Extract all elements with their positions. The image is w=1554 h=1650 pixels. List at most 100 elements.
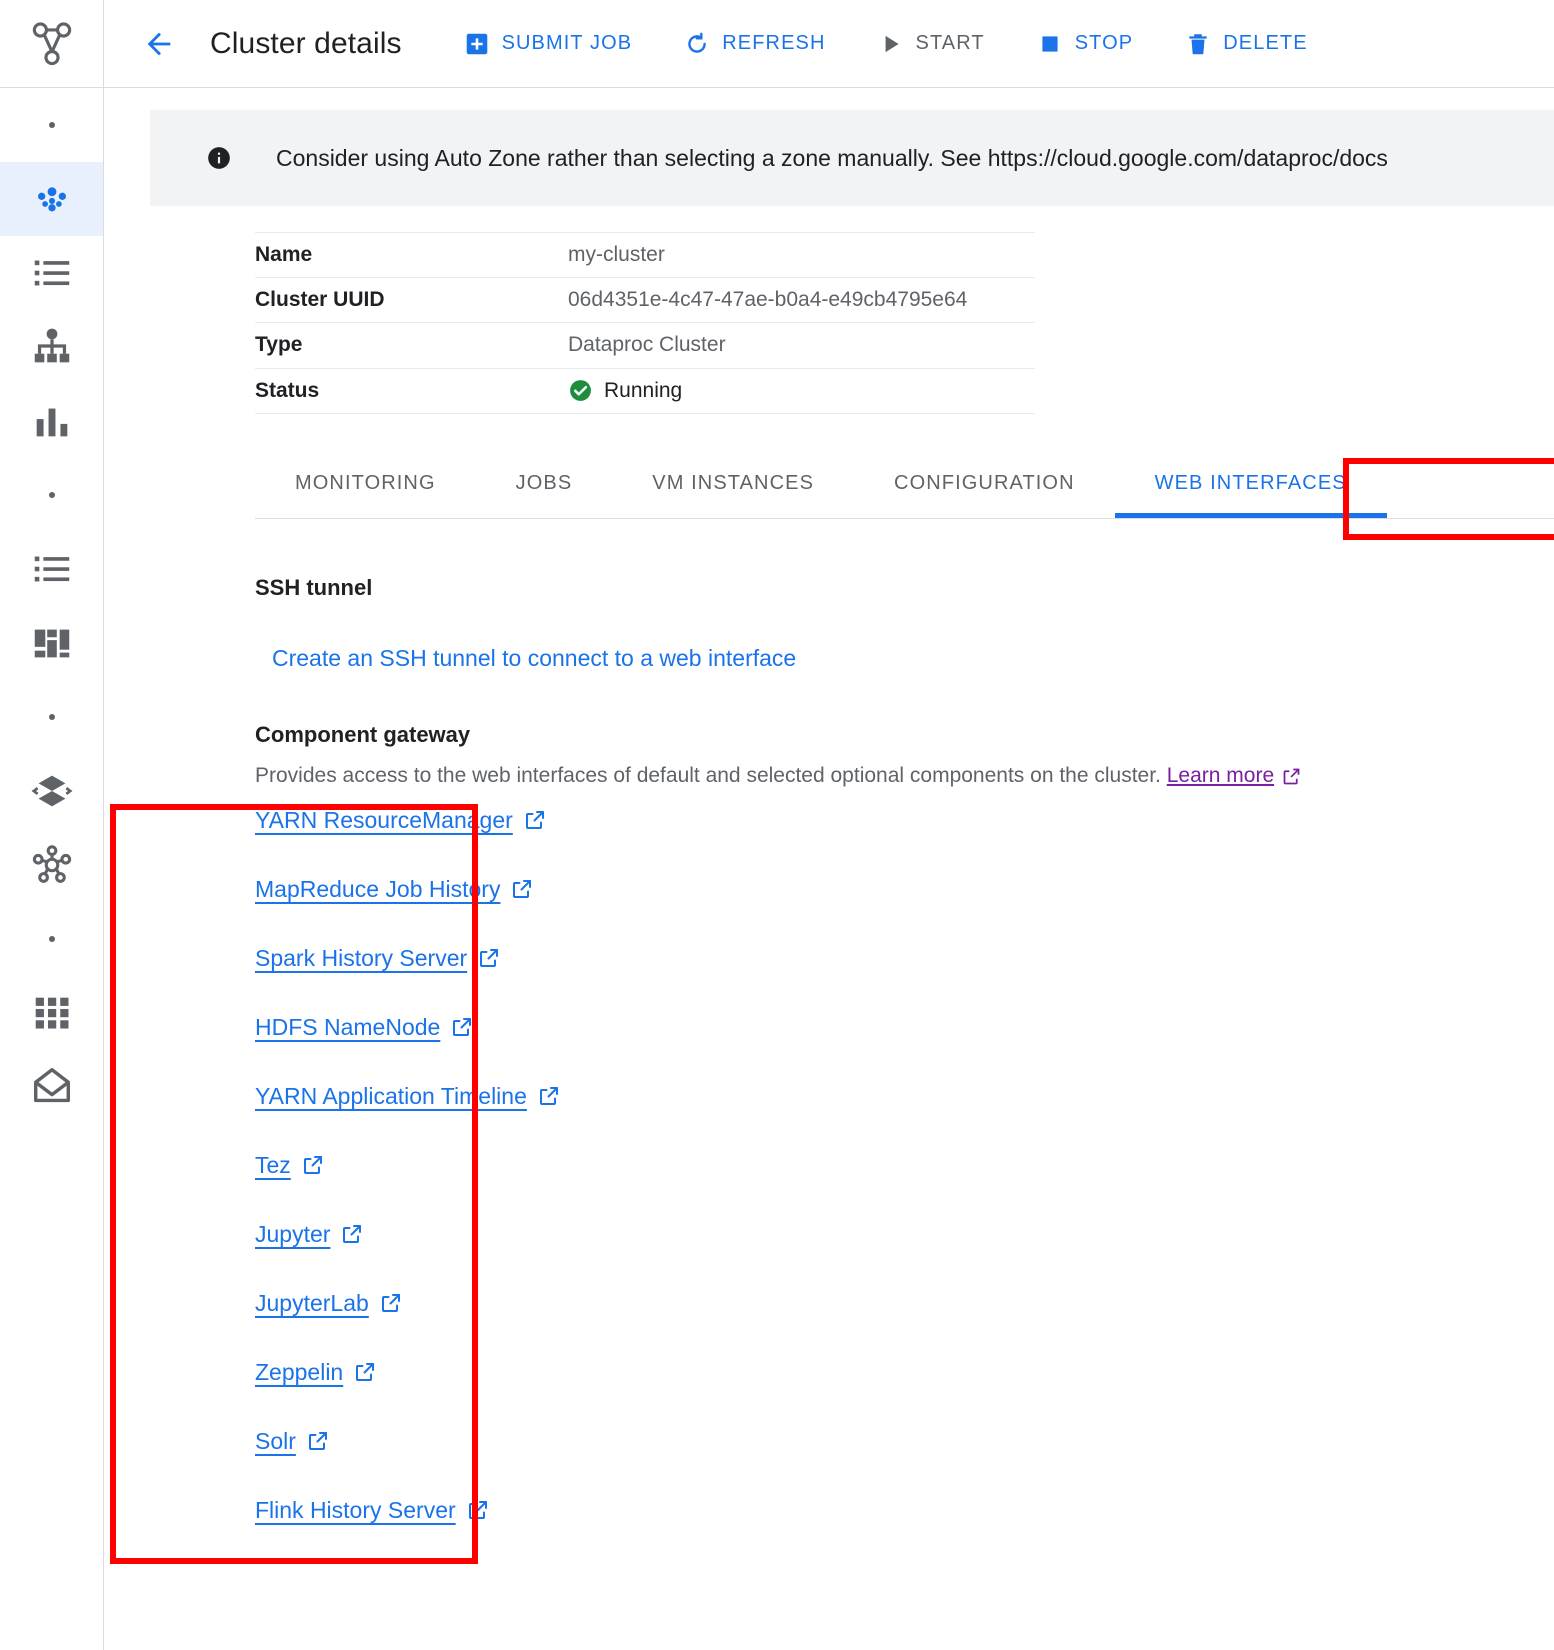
gateway-link-row: JupyterLab	[255, 1291, 1554, 1360]
tab-web-interfaces[interactable]: WEB INTERFACES	[1115, 448, 1387, 518]
component-gateway-links: YARN ResourceManager MapReduce Job Histo…	[255, 808, 1554, 1567]
link-jupyterlab[interactable]: JupyterLab	[255, 1291, 403, 1315]
detail-row: Status Running	[255, 369, 1035, 415]
external-link-icon	[477, 946, 501, 970]
detail-key: Type	[255, 333, 568, 357]
info-icon	[206, 145, 232, 171]
page-title: Cluster details	[210, 27, 402, 61]
link-spark-history-server[interactable]: Spark History Server	[255, 946, 501, 970]
link-yarn-application-timeline[interactable]: YARN Application Timeline	[255, 1084, 561, 1108]
submit-job-button[interactable]: SUBMIT JOB	[464, 31, 633, 57]
status-badge: Running	[568, 378, 682, 403]
tab-monitoring-label: MONITORING	[295, 472, 436, 495]
link-yarn-resourcemanager[interactable]: YARN ResourceManager	[255, 808, 547, 832]
gateway-link-row: YARN Application Timeline	[255, 1084, 1554, 1153]
link-zeppelin[interactable]: Zeppelin	[255, 1360, 377, 1384]
details-tabs: MONITORING JOBS VM INSTANCES CONFIGURATION W…	[255, 449, 1554, 519]
plus-box-icon	[464, 31, 490, 57]
rail-item-all-products[interactable]	[0, 976, 103, 1050]
link-mapreduce-job-history[interactable]: MapReduce Job History	[255, 877, 534, 901]
rail-item-recents[interactable]	[0, 88, 103, 162]
tab-vm-instances-label: VM INSTANCES	[652, 472, 814, 495]
play-icon	[878, 31, 904, 57]
bar-chart-icon	[29, 398, 75, 444]
component-gateway-description-text: Provides access to the web interfaces of…	[255, 764, 1161, 787]
link-flink-history-server[interactable]: Flink History Server	[255, 1498, 490, 1522]
layers-icon	[29, 768, 75, 814]
ssh-tunnel-heading: SSH tunnel	[255, 575, 1554, 601]
component-gateway-heading: Component gateway	[255, 722, 1554, 748]
info-banner-text: Consider using Auto Zone rather than sel…	[276, 145, 1388, 172]
back-arrow-icon[interactable]	[142, 27, 176, 61]
rail-item-sessions[interactable]	[0, 828, 103, 902]
main-content: Cluster details SUBMIT JOB REFRESH START S…	[104, 0, 1554, 1650]
dashboard-icon	[29, 620, 75, 666]
link-tez[interactable]: Tez	[255, 1153, 325, 1177]
info-banner: Consider using Auto Zone rather than sel…	[150, 110, 1554, 206]
top-toolbar: Cluster details SUBMIT JOB REFRESH START S…	[104, 0, 1554, 88]
dot-icon	[44, 117, 60, 133]
tab-configuration[interactable]: CONFIGURATION	[854, 448, 1115, 518]
learn-more-link[interactable]: Learn more	[1167, 764, 1302, 788]
tab-vm-instances[interactable]: VM INSTANCES	[612, 448, 854, 518]
gateway-link-row: MapReduce Job History	[255, 877, 1554, 946]
gateway-link-row: Zeppelin	[255, 1360, 1554, 1429]
rail-item-batches[interactable]	[0, 754, 103, 828]
rail-item-divider-b[interactable]	[0, 680, 103, 754]
external-link-icon	[379, 1291, 403, 1315]
dot-icon	[44, 487, 60, 503]
link-jupyter[interactable]: Jupyter	[255, 1222, 364, 1246]
detail-key: Status	[255, 379, 568, 403]
rail-item-clusters[interactable]	[0, 236, 103, 310]
grid-icon	[29, 990, 75, 1036]
list-icon	[29, 250, 75, 296]
external-link-icon	[537, 1084, 561, 1108]
external-link-icon	[523, 808, 547, 832]
link-hdfs-namenode[interactable]: HDFS NameNode	[255, 1015, 474, 1039]
start-button: START	[878, 31, 985, 57]
rail-item-metastore[interactable]	[0, 606, 103, 680]
tab-monitoring[interactable]: MONITORING	[255, 448, 476, 518]
stop-icon	[1037, 31, 1063, 57]
rail-item-divider-a[interactable]	[0, 458, 103, 532]
envelope-icon	[29, 1064, 75, 1110]
gateway-link-row: Spark History Server	[255, 946, 1554, 1015]
rail-item-jobs[interactable]	[0, 532, 103, 606]
start-button-label: START	[916, 32, 985, 55]
external-link-icon	[450, 1015, 474, 1039]
link-solr[interactable]: Solr	[255, 1429, 330, 1453]
status-text: Running	[604, 379, 682, 403]
tab-jobs-label: JOBS	[516, 472, 573, 495]
detail-key: Cluster UUID	[255, 288, 568, 312]
delete-button-label: DELETE	[1223, 32, 1307, 55]
cluster-details-page: Cluster details SUBMIT JOB REFRESH START S…	[0, 0, 1554, 1650]
rail-item-monitoring[interactable]	[0, 384, 103, 458]
rail-item-workflows[interactable]	[0, 310, 103, 384]
external-link-icon	[340, 1222, 364, 1246]
gateway-link-row: Solr	[255, 1429, 1554, 1498]
dataproc-icon	[29, 176, 75, 222]
detail-row: TypeDataproc Cluster	[255, 323, 1035, 369]
tab-configuration-label: CONFIGURATION	[894, 472, 1075, 495]
list-icon	[29, 546, 75, 592]
rail-item-dataproc[interactable]	[0, 162, 103, 236]
create-ssh-tunnel-link[interactable]: Create an SSH tunnel to connect to a web…	[272, 645, 796, 672]
external-link-icon	[353, 1360, 377, 1384]
detail-key: Name	[255, 243, 568, 267]
dataproc-logo-icon	[0, 0, 103, 88]
detail-value: 06d4351e-4c47-47ae-b0a4-e49cb4795e64	[568, 288, 967, 312]
external-link-icon	[301, 1153, 325, 1177]
stop-button-label: STOP	[1075, 32, 1134, 55]
rail-item-notebooks[interactable]	[0, 1050, 103, 1124]
refresh-button[interactable]: REFRESH	[684, 31, 825, 57]
stop-button[interactable]: STOP	[1037, 31, 1134, 57]
left-navigation-rail	[0, 0, 104, 1650]
hierarchy-icon	[29, 324, 75, 370]
gateway-link-row: YARN ResourceManager	[255, 808, 1554, 877]
rail-item-divider-c[interactable]	[0, 902, 103, 976]
component-gateway-description: Provides access to the web interfaces of…	[255, 764, 1554, 788]
delete-button[interactable]: DELETE	[1185, 31, 1307, 57]
gateway-link-row: HDFS NameNode	[255, 1015, 1554, 1084]
tab-jobs[interactable]: JOBS	[476, 448, 613, 518]
external-link-icon	[510, 877, 534, 901]
